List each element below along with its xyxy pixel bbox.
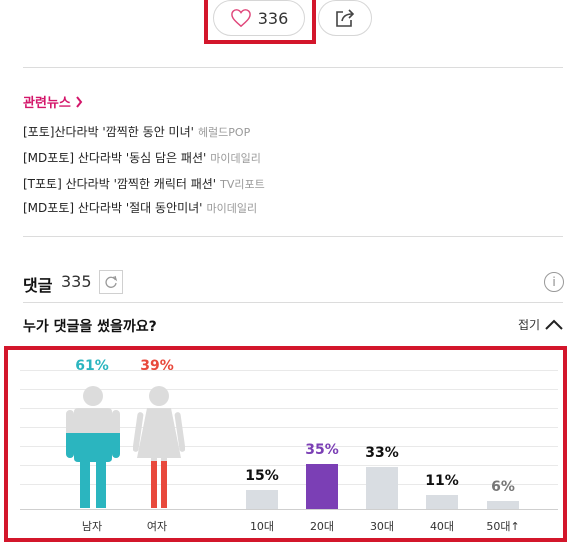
age-category-label: 40대 <box>429 520 455 533</box>
age-bar <box>487 501 519 509</box>
age-bar-chart: 15% 10대 35% 20대 33% 30대 11% 40대 6% 50대↑ <box>0 0 570 547</box>
age-bar-value: 15% <box>245 468 279 484</box>
age-category-label: 50대↑ <box>486 520 520 533</box>
age-bar <box>366 467 398 509</box>
age-bar-value: 35% <box>305 442 339 458</box>
age-category-label: 10대 <box>249 520 275 533</box>
age-bar-value: 11% <box>425 473 459 489</box>
age-bar <box>246 490 278 509</box>
age-bar <box>306 464 338 509</box>
age-bar-value: 33% <box>365 445 399 461</box>
age-category-label: 30대 <box>369 520 395 533</box>
age-bar-value: 6% <box>491 479 515 495</box>
age-category-label: 20대 <box>309 520 335 533</box>
age-bar <box>426 495 458 509</box>
